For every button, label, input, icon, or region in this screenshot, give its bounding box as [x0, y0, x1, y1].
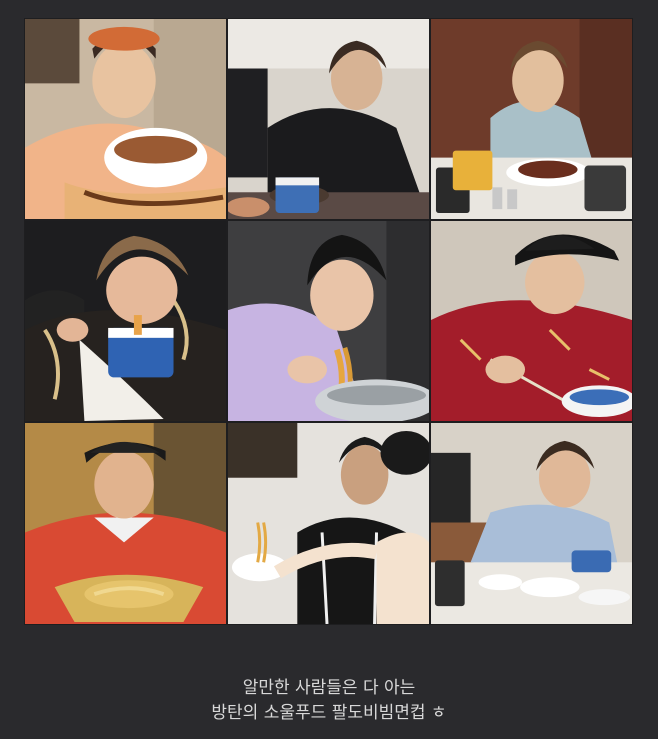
photo-3[interactable] [430, 18, 633, 220]
caption-line-1: 알만한 사람들은 다 아는 [242, 678, 416, 698]
photo-4[interactable] [24, 220, 227, 422]
photo-icon [228, 19, 429, 219]
photo-icon [25, 423, 226, 624]
photo-icon [431, 221, 632, 421]
photo-7[interactable] [24, 422, 227, 625]
photo-1[interactable] [24, 18, 227, 220]
photo-icon [431, 19, 632, 219]
photo-5[interactable] [227, 220, 430, 422]
photo-icon [228, 221, 429, 421]
photo-9[interactable] [430, 422, 633, 625]
photo-6[interactable] [430, 220, 633, 422]
caption: 알만한 사람들은 다 아는 방탄의 소울푸드 팔도비빔면컵 ㅎ [0, 676, 658, 726]
photo-collage [24, 18, 633, 625]
photo-2[interactable] [227, 18, 430, 220]
photo-icon [228, 423, 429, 624]
photo-icon [25, 19, 226, 219]
photo-icon [431, 423, 632, 624]
caption-line-2: 방탄의 소울푸드 팔도비빔면컵 ㅎ [211, 703, 447, 723]
photo-icon [25, 221, 226, 421]
photo-8[interactable] [227, 422, 430, 625]
